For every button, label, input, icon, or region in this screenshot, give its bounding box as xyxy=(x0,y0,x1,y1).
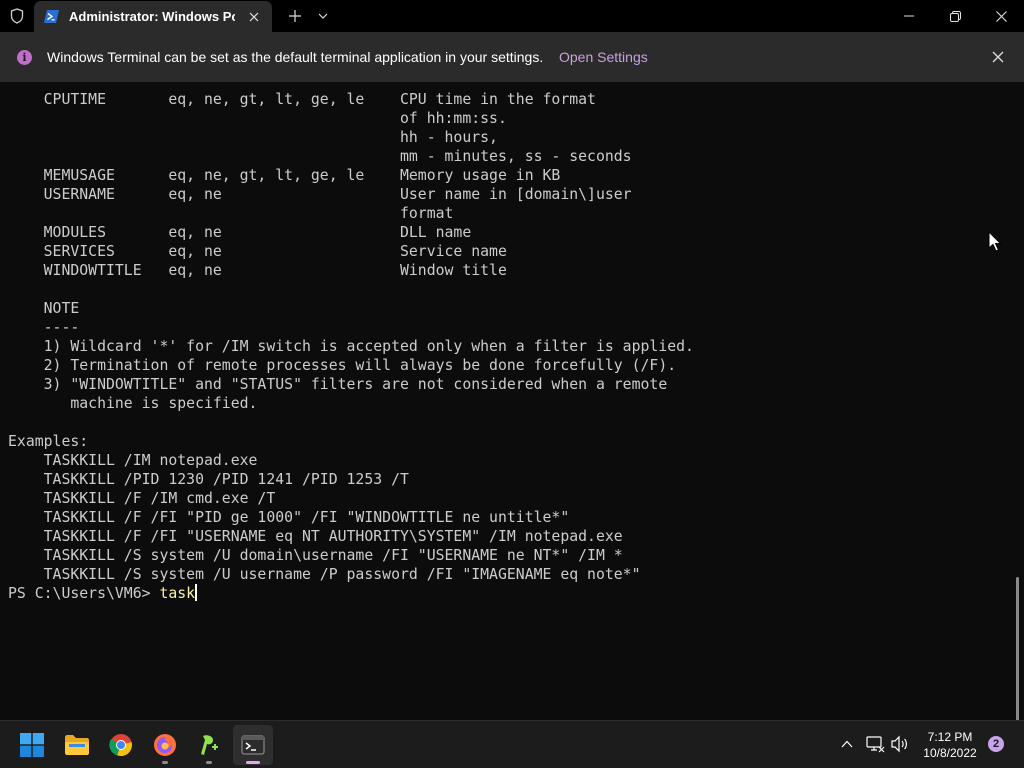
info-bar: i Windows Terminal can be set as the def… xyxy=(0,32,1024,82)
shield-icon xyxy=(6,5,28,27)
terminal-line: NOTE xyxy=(8,300,80,317)
taskbar: 7:12 PM 10/8/2022 2 xyxy=(0,720,1024,768)
terminal-line: TASKKILL /F /FI "PID ge 1000" /FI "WINDO… xyxy=(8,509,570,526)
notepad-plus-plus-button[interactable] xyxy=(189,725,229,765)
terminal-line: TASKKILL /S system /U username /P passwo… xyxy=(8,566,641,583)
new-tab-button[interactable] xyxy=(284,6,306,26)
tab-powershell[interactable]: Administrator: Windows PowerShell xyxy=(34,1,272,32)
powershell-icon xyxy=(44,10,59,23)
chevron-down-icon xyxy=(318,13,328,19)
info-icon: i xyxy=(17,50,32,65)
terminal-line: hh - hours, xyxy=(8,129,498,146)
tab-title: Administrator: Windows PowerShell xyxy=(69,9,235,24)
command-input[interactable]: task xyxy=(159,585,195,602)
notepad-plus-plus-icon xyxy=(201,735,218,755)
restore-button[interactable] xyxy=(932,0,978,32)
prompt-text: PS C:\Users\VM6> xyxy=(8,585,160,602)
terminal-taskbar-button[interactable] xyxy=(233,725,273,765)
terminal-icon xyxy=(241,735,265,755)
terminal-line: WINDOWTITLE eq, ne Window title xyxy=(8,262,507,279)
mouse-pointer-icon xyxy=(988,231,1002,252)
terminal-line: TASKKILL /F /IM cmd.exe /T xyxy=(8,490,276,507)
firefox-button[interactable] xyxy=(145,725,185,765)
terminal-line: SERVICES eq, ne Service name xyxy=(8,243,507,260)
running-indicator xyxy=(206,761,212,764)
info-message: Windows Terminal can be set as the defau… xyxy=(47,49,544,65)
open-settings-link[interactable]: Open Settings xyxy=(559,49,648,65)
clock-time: 7:12 PM xyxy=(927,730,973,744)
active-indicator xyxy=(246,761,260,764)
terminal-line: TASKKILL /PID 1230 /PID 1241 /PID 1253 /… xyxy=(8,471,409,488)
terminal-line: TASKKILL /IM notepad.exe xyxy=(8,452,258,469)
terminal-line: USERNAME eq, ne User name in [domain\]us… xyxy=(8,186,632,203)
tab-close-icon[interactable] xyxy=(244,7,264,27)
terminal-line: CPUTIME eq, ne, gt, lt, ge, le CPU time … xyxy=(8,91,596,108)
minimize-button[interactable] xyxy=(886,0,932,32)
chrome-button[interactable] xyxy=(101,725,141,765)
minimize-icon xyxy=(904,15,914,17)
terminal-line: 3) "WINDOWTITLE" and "STATUS" filters ar… xyxy=(8,376,668,393)
tab-dropdown-button[interactable] xyxy=(314,6,332,26)
terminal-line: MEMUSAGE eq, ne, gt, lt, ge, le Memory u… xyxy=(8,167,561,184)
terminal-line: ---- xyxy=(8,319,80,336)
volume-icon[interactable] xyxy=(890,734,910,754)
terminal-line: 2) Termination of remote processes will … xyxy=(8,357,677,374)
chrome-icon xyxy=(109,734,132,757)
terminal-line: TASKKILL /F /FI "USERNAME eq NT AUTHORIT… xyxy=(8,528,623,545)
network-icon[interactable] xyxy=(865,734,885,754)
terminal-line: mm - minutes, ss - seconds xyxy=(8,148,632,165)
terminal-line: of hh:mm:ss. xyxy=(8,110,507,127)
folder-icon xyxy=(65,735,89,755)
running-indicator xyxy=(162,761,168,764)
text-cursor xyxy=(195,584,198,601)
clock[interactable]: 7:12 PM 10/8/2022 xyxy=(916,729,984,761)
close-window-button[interactable] xyxy=(978,0,1024,32)
show-hidden-icons-button[interactable] xyxy=(838,735,856,753)
restore-icon xyxy=(949,10,961,22)
command-prompt-line[interactable]: PS C:\Users\VM6> task xyxy=(8,584,198,603)
terminal-line: format xyxy=(8,205,454,222)
terminal-line: MODULES eq, ne DLL name xyxy=(8,224,472,241)
terminal-line: TASKKILL /S system /U domain\username /F… xyxy=(8,547,623,564)
terminal-line: Examples: xyxy=(8,433,89,450)
start-button[interactable] xyxy=(12,725,52,765)
notification-badge[interactable]: 2 xyxy=(988,736,1004,752)
terminal-pane[interactable]: CPUTIME eq, ne, gt, lt, ge, le CPU time … xyxy=(0,82,1024,720)
scrollbar-thumb[interactable] xyxy=(1016,577,1019,720)
terminal-line: 1) Wildcard '*' for /IM switch is accept… xyxy=(8,338,694,355)
firefox-icon xyxy=(154,734,176,756)
file-explorer-button[interactable] xyxy=(57,725,97,765)
terminal-line: machine is specified. xyxy=(8,395,258,412)
clock-date: 10/8/2022 xyxy=(923,746,977,760)
title-bar: Administrator: Windows PowerShell xyxy=(0,0,1024,32)
chevron-up-icon xyxy=(841,740,853,748)
windows-logo-icon xyxy=(20,733,44,757)
close-icon xyxy=(995,10,1007,22)
plus-icon xyxy=(289,10,301,22)
info-bar-close-icon[interactable] xyxy=(988,47,1008,67)
